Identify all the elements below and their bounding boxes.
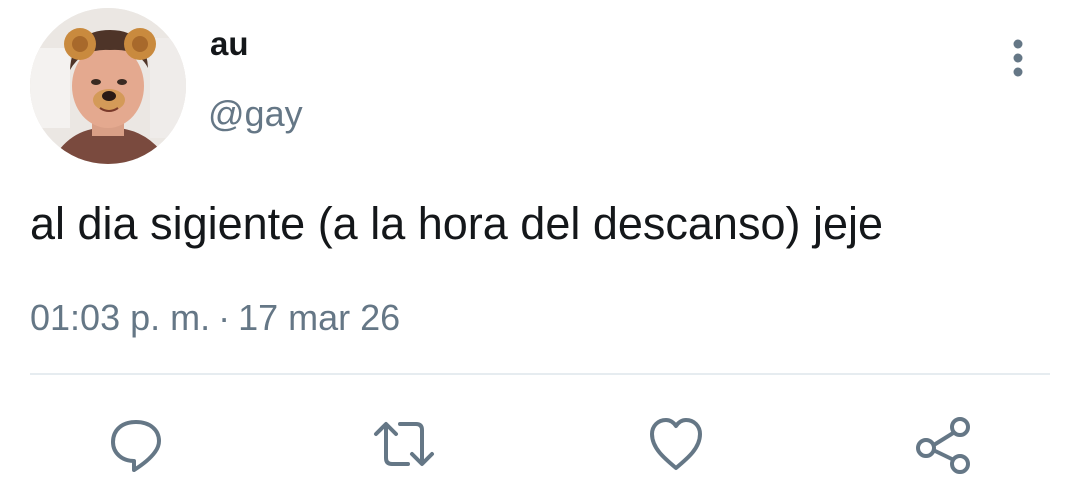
user-handle[interactable]: @gay	[208, 92, 303, 136]
tweet-date: 17 mar 26	[238, 297, 401, 338]
divider	[30, 373, 1050, 375]
display-name[interactable]: au	[210, 24, 249, 64]
meta-separator: ·	[218, 297, 231, 338]
like-button[interactable]	[644, 414, 708, 478]
tweet-card: au @gay al dia sigiente (a la hora del d…	[0, 0, 1080, 475]
more-vertical-icon	[1013, 39, 1023, 77]
share-button[interactable]	[912, 414, 976, 478]
more-options-button[interactable]	[998, 36, 1038, 80]
tweet-text: al dia sigiente (a la hora del descanso)…	[30, 198, 884, 249]
reply-icon	[111, 420, 161, 472]
avatar-image	[30, 8, 186, 164]
tweet-timestamp[interactable]: 01:03 p. m. · 17 mar 26	[30, 296, 400, 340]
user-avatar[interactable]	[30, 8, 186, 164]
retweet-button[interactable]	[372, 414, 436, 478]
share-icon	[916, 417, 970, 474]
tweet-time: 01:03 p. m.	[30, 297, 211, 338]
heart-icon	[650, 418, 702, 470]
retweet-icon	[374, 422, 434, 466]
reply-button[interactable]	[104, 414, 168, 478]
